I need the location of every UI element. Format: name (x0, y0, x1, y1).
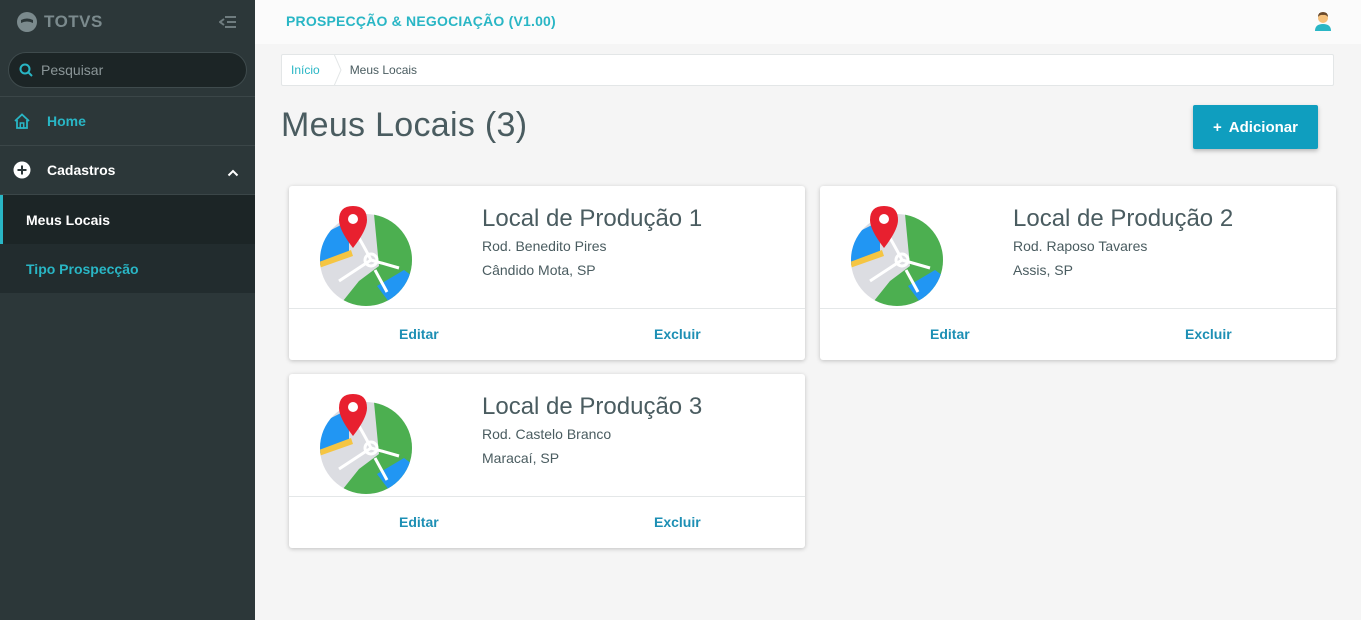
map-location-icon (319, 206, 415, 306)
side-menu: Home Cadastros Meus Locais Tipo Prospecç… (0, 96, 255, 293)
card-divider (820, 308, 1336, 309)
card-title: Local de Produção 2 (1013, 205, 1234, 232)
breadcrumb-separator-icon (333, 54, 342, 86)
map-location-icon (319, 394, 415, 494)
location-card: Local de Produção 1 Rod. Benedito Pires … (289, 186, 805, 360)
edit-button[interactable]: Editar (930, 326, 970, 342)
breadcrumb-current: Meus Locais (349, 63, 418, 77)
delete-button[interactable]: Excluir (654, 326, 701, 342)
page-title: Meus Locais (3) (281, 106, 528, 144)
edit-button[interactable]: Editar (399, 514, 439, 530)
search-icon (19, 63, 33, 77)
search-input[interactable] (41, 62, 231, 78)
collapse-menu-icon[interactable] (218, 14, 237, 30)
brand: TOTVS (0, 0, 255, 44)
location-card: Local de Produção 2 Rod. Raposo Tavares … (820, 186, 1336, 360)
totvs-logo-icon (17, 12, 37, 32)
map-location-icon (850, 206, 946, 306)
card-divider (289, 496, 805, 497)
brand-name: TOTVS (44, 12, 103, 31)
user-avatar-icon[interactable] (1312, 10, 1334, 32)
sidebar-item-cadastros[interactable]: Cadastros (0, 146, 255, 195)
plus-circle-icon (12, 160, 32, 180)
add-button-label: Adicionar (1228, 118, 1298, 136)
sidebar-item-tipo-prospeccao[interactable]: Tipo Prospecção (0, 244, 255, 293)
plus-icon: + (1213, 118, 1222, 136)
search-box (8, 52, 247, 88)
sidebar-item-home[interactable]: Home (0, 97, 255, 146)
delete-button[interactable]: Excluir (654, 514, 701, 530)
sidebar-item-meus-locais[interactable]: Meus Locais (0, 195, 255, 244)
card-city: Cândido Mota, SP (482, 262, 596, 278)
home-icon (12, 111, 32, 131)
card-city: Assis, SP (1013, 262, 1073, 278)
app-title: PROSPECÇÃO & NEGOCIAÇÃO (V1.00) (286, 13, 556, 29)
location-card: Local de Produção 3 Rod. Castelo Branco … (289, 374, 805, 548)
card-divider (289, 308, 805, 309)
card-address: Rod. Castelo Branco (482, 426, 612, 442)
breadcrumb-home-link[interactable]: Início (282, 63, 334, 77)
card-city: Maracaí, SP (482, 450, 560, 466)
sidebar-item-label: Cadastros (47, 162, 116, 178)
top-header: PROSPECÇÃO & NEGOCIAÇÃO (V1.00) (255, 0, 1361, 44)
breadcrumb: Início Meus Locais (281, 54, 1334, 86)
card-address: Rod. Raposo Tavares (1013, 238, 1148, 254)
chevron-up-icon (227, 164, 239, 180)
sidebar-item-label: Home (47, 113, 86, 129)
add-button[interactable]: + Adicionar (1193, 105, 1318, 149)
totvs-logo: TOTVS (16, 11, 103, 33)
card-address: Rod. Benedito Pires (482, 238, 607, 254)
edit-button[interactable]: Editar (399, 326, 439, 342)
card-title: Local de Produção 3 (482, 393, 703, 420)
delete-button[interactable]: Excluir (1185, 326, 1232, 342)
sidebar: TOTVS Pesquisar Home Cadastros Meus Loca… (0, 0, 255, 620)
card-title: Local de Produção 1 (482, 205, 703, 232)
